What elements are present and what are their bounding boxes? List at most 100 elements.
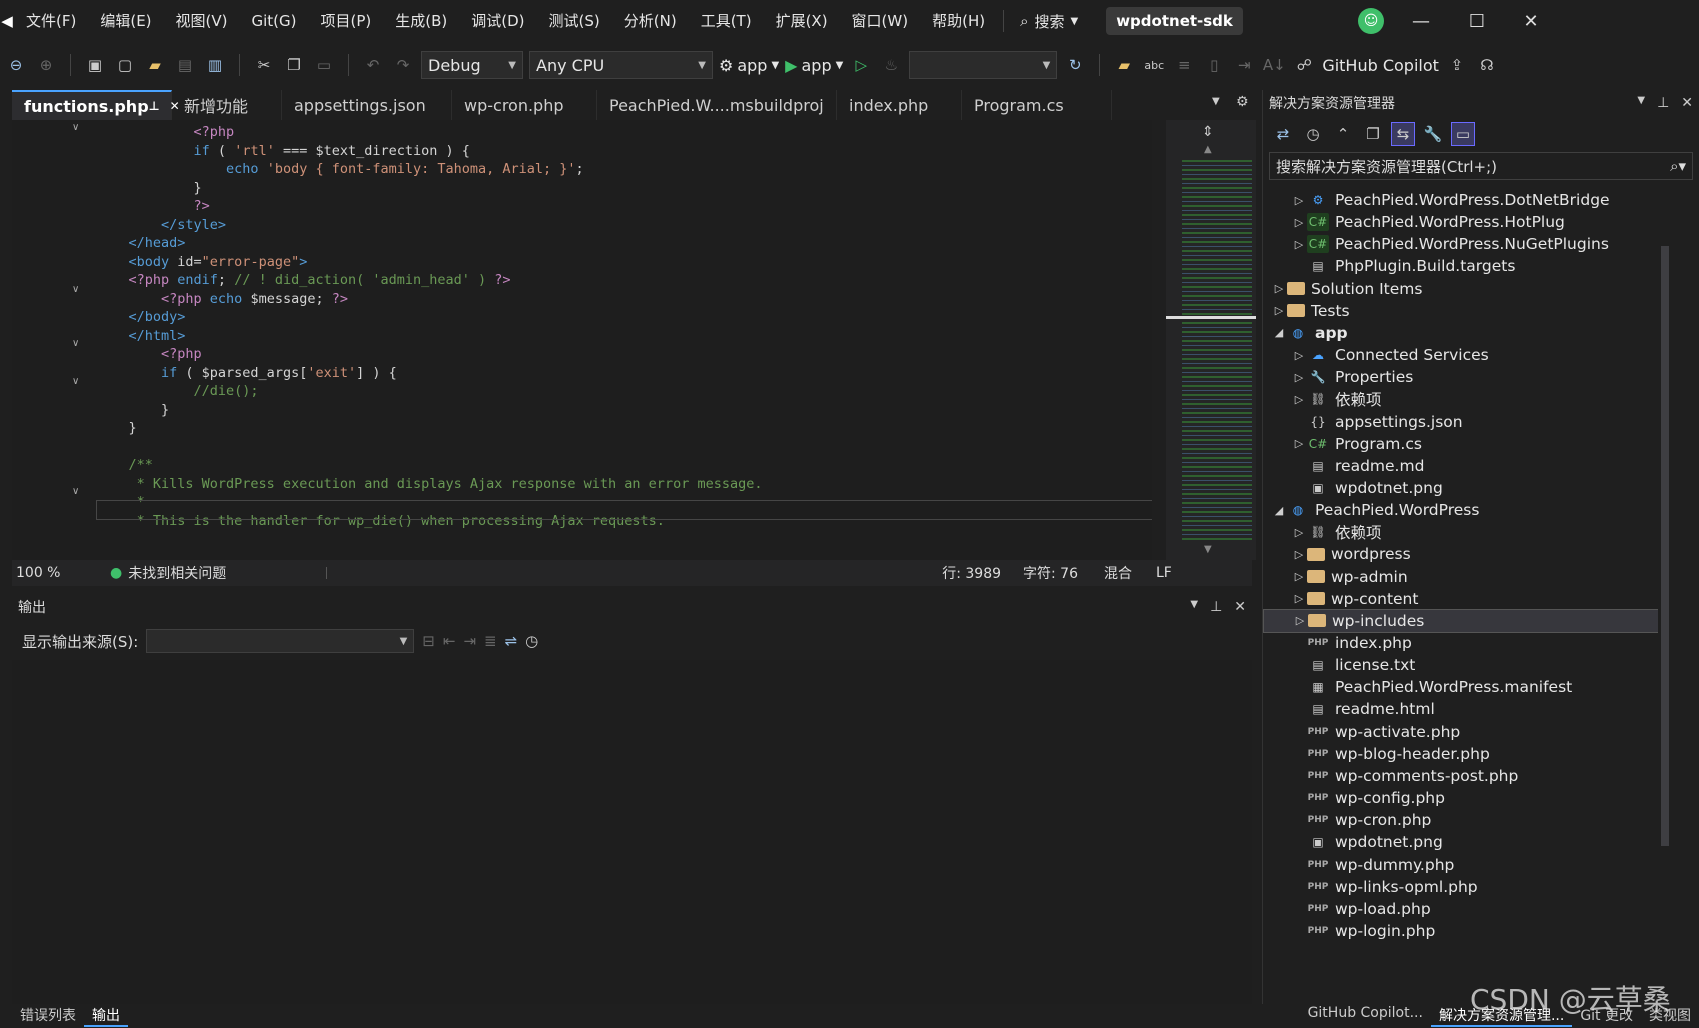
close-icon[interactable]: ✕: [1234, 599, 1246, 615]
start-debugging-button[interactable]: ▶ app ▼: [785, 56, 843, 75]
solution-scrollbar[interactable]: [1658, 186, 1672, 1006]
save-icon[interactable]: ▤: [173, 53, 197, 77]
pin-icon[interactable]: ⊥: [1657, 95, 1669, 111]
menu-item[interactable]: 项目(P): [309, 0, 384, 42]
bottom-tab[interactable]: 错误列表: [12, 1005, 84, 1027]
chevron-down-icon[interactable]: ▼: [1190, 599, 1198, 615]
split-icon[interactable]: ⇕: [1202, 124, 1214, 140]
close-icon[interactable]: ✕: [1681, 95, 1693, 111]
tree-item[interactable]: ▷ 🔧 Properties: [1263, 365, 1665, 389]
collapsed-arrow-icon[interactable]: ▷: [1291, 592, 1307, 605]
fold-icon[interactable]: ∨: [72, 284, 84, 295]
tree-item[interactable]: ▣ wpdotnet.png: [1263, 476, 1665, 500]
tree-item[interactable]: ▷ wp-includes: [1263, 608, 1665, 633]
tree-item[interactable]: ▷ wp-admin: [1263, 565, 1665, 589]
collapsed-arrow-icon[interactable]: ▷: [1291, 437, 1307, 450]
clock-icon[interactable]: ◷: [525, 632, 538, 650]
hot-reload-icon[interactable]: ♨: [879, 53, 903, 77]
line-indicator[interactable]: 行: 3989: [942, 563, 1001, 583]
preview-icon[interactable]: ▭: [1451, 122, 1475, 146]
tree-item[interactable]: ◢ ◍ PeachPied.WordPress: [1263, 498, 1665, 522]
menu-item[interactable]: 调试(D): [459, 0, 536, 42]
tab-overflow-icon[interactable]: ▼: [1212, 96, 1220, 107]
tree-item[interactable]: ▷ wp-content: [1263, 587, 1665, 611]
tree-item[interactable]: ▷ C# PeachPied.WordPress.HotPlug: [1263, 210, 1665, 234]
find-message-icon[interactable]: ⊟: [422, 632, 435, 650]
tree-item[interactable]: ▷ Solution Items: [1263, 277, 1665, 301]
menu-item[interactable]: 编辑(E): [88, 0, 163, 42]
sync-active-icon[interactable]: ⇆: [1391, 122, 1415, 146]
tab-document[interactable]: appsettings.json: [282, 90, 452, 120]
prev-message-icon[interactable]: ⇤: [443, 632, 456, 650]
tree-item[interactable]: ▤ license.txt: [1263, 653, 1665, 677]
indent-icon[interactable]: ⇥: [1232, 53, 1256, 77]
github-copilot-button[interactable]: GitHub Copilot: [1322, 56, 1439, 75]
minimap-viewport[interactable]: [1166, 316, 1256, 319]
tree-item[interactable]: ▷ ☁ Connected Services: [1263, 343, 1665, 367]
properties-icon[interactable]: 🔧: [1421, 122, 1445, 146]
tree-item[interactable]: ▣ wpdotnet.png: [1263, 830, 1665, 854]
menu-item[interactable]: 文件(F): [14, 0, 88, 42]
tree-item[interactable]: ▷ C# PeachPied.WordPress.NuGetPlugins: [1263, 232, 1665, 256]
bottom-tab[interactable]: GitHub Copilot...: [1300, 1005, 1431, 1027]
minimap[interactable]: ⇕ ▲ ▼: [1166, 120, 1256, 560]
close-button[interactable]: ✕: [1502, 0, 1560, 42]
eol-indicator[interactable]: LF: [1156, 565, 1172, 581]
collapsed-arrow-icon[interactable]: ▷: [1292, 614, 1308, 627]
solution-search-input[interactable]: 搜索解决方案资源管理器(Ctrl+;) ⌕▾: [1269, 152, 1693, 180]
feedback-icon[interactable]: ☊: [1475, 53, 1499, 77]
menu-item[interactable]: 工具(T): [689, 0, 764, 42]
collapse-all-icon[interactable]: ⌃: [1331, 122, 1355, 146]
tree-item[interactable]: ▷ C# Program.cs: [1263, 432, 1665, 456]
tab-document[interactable]: index.php: [837, 90, 962, 120]
minimize-button[interactable]: —: [1392, 0, 1450, 42]
scroll-up-icon[interactable]: ▲: [1204, 144, 1212, 155]
chevron-down-icon[interactable]: ▼: [1637, 95, 1645, 111]
search-button[interactable]: ⌕ 搜索 ▼: [1010, 11, 1088, 32]
add-item-icon[interactable]: ▢: [113, 53, 137, 77]
scroll-thumb[interactable]: [1661, 246, 1669, 846]
show-all-files-icon[interactable]: ❐: [1361, 122, 1385, 146]
tree-item[interactable]: ▤ readme.md: [1263, 454, 1665, 478]
collapsed-arrow-icon[interactable]: ▷: [1291, 526, 1307, 539]
tab-document[interactable]: 新增功能: [172, 90, 282, 120]
tree-item[interactable]: ▷ ⛓ 依赖项: [1263, 520, 1665, 544]
collapsed-arrow-icon[interactable]: ▷: [1291, 393, 1307, 406]
sort-icon[interactable]: A↓: [1262, 53, 1286, 77]
tab-document[interactable]: functions.php ⊥ ✕: [12, 90, 180, 120]
format-icon[interactable]: ≡: [1172, 53, 1196, 77]
word-wrap-icon[interactable]: ⇌: [505, 632, 518, 650]
tree-item[interactable]: PHP wp-login.php: [1263, 919, 1665, 943]
copy-icon[interactable]: ❐: [282, 53, 306, 77]
expanded-arrow-icon[interactable]: ◢: [1271, 326, 1287, 339]
tree-item[interactable]: PHP wp-dummy.php: [1263, 853, 1665, 877]
refresh-icon[interactable]: ↻: [1063, 53, 1087, 77]
browse-folder-icon[interactable]: ▰: [1112, 53, 1136, 77]
tree-item[interactable]: ▷ ⚙ PeachPied.WordPress.DotNetBridge: [1263, 188, 1665, 212]
fold-icon[interactable]: ∨: [72, 376, 84, 387]
tree-item[interactable]: ▦ PeachPied.WordPress.manifest: [1263, 675, 1665, 699]
menu-item[interactable]: Git(G): [240, 0, 309, 42]
pin-icon[interactable]: ⊥: [1210, 599, 1222, 615]
tree-item[interactable]: ▤ PhpPlugin.Build.targets: [1263, 254, 1665, 278]
mixed-indicator[interactable]: 混合: [1104, 563, 1132, 583]
code-editor[interactable]: ∨ ∨ ∨ ∨ ∨ <?php if ( 'rtl' === $text_dir…: [12, 120, 1152, 560]
next-message-icon[interactable]: ⇥: [463, 632, 476, 650]
pin-icon[interactable]: ⊥: [149, 99, 160, 113]
tree-item[interactable]: ▷ ⛓ 依赖项: [1263, 387, 1665, 411]
avatar[interactable]: ☺: [1358, 8, 1384, 34]
output-source-select[interactable]: ▼: [146, 629, 415, 653]
tab-document[interactable]: PeachPied.W....msbuildproj: [597, 90, 837, 120]
tab-document[interactable]: Program.cs: [962, 90, 1112, 120]
tree-item[interactable]: PHP wp-comments-post.php: [1263, 764, 1665, 788]
tree-item[interactable]: ▤ readme.html: [1263, 697, 1665, 721]
collapsed-arrow-icon[interactable]: ▷: [1291, 570, 1307, 583]
open-folder-icon[interactable]: ▰: [143, 53, 167, 77]
debug-target-select[interactable]: ▼: [909, 51, 1058, 79]
menu-item[interactable]: 扩展(X): [764, 0, 840, 42]
char-indicator[interactable]: 字符: 76: [1023, 563, 1078, 583]
fold-icon[interactable]: ∨: [72, 122, 84, 133]
menu-item[interactable]: 窗口(W): [840, 0, 921, 42]
startup-project-button[interactable]: ⚙ app ▼: [719, 56, 779, 75]
clear-all-icon[interactable]: ≣: [484, 632, 497, 650]
